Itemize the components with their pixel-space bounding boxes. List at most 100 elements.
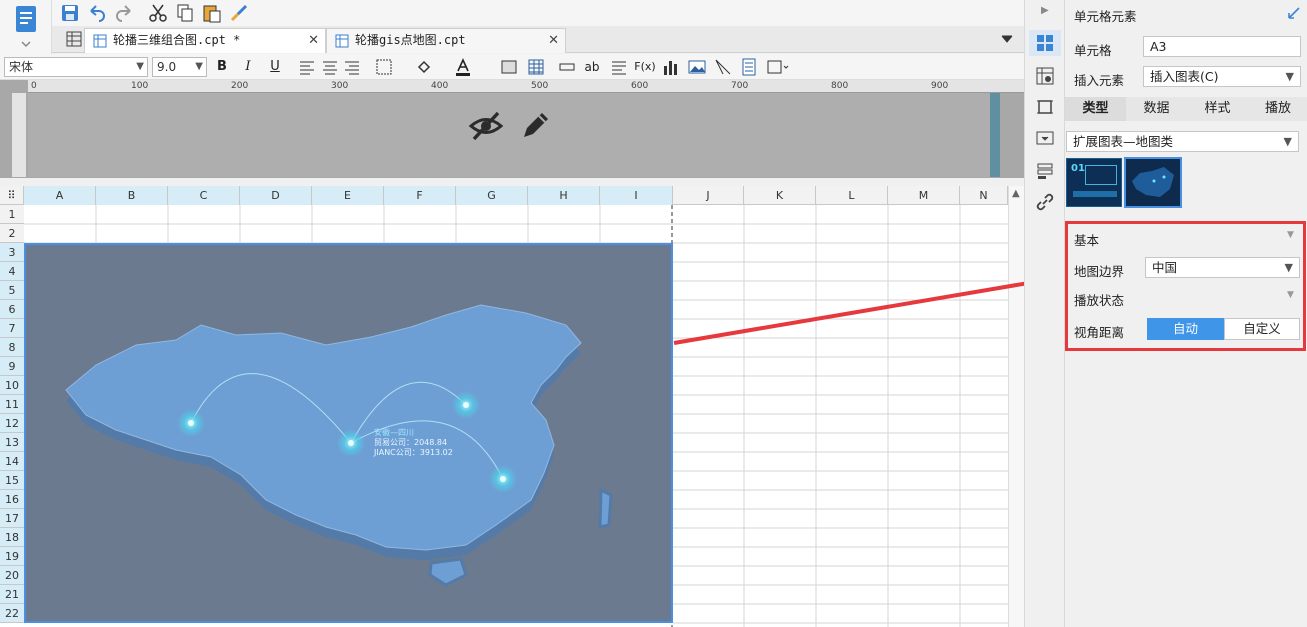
row-5[interactable]: 5 xyxy=(0,281,24,300)
row-7[interactable]: 7 xyxy=(0,319,24,338)
column-m[interactable]: M xyxy=(888,186,960,205)
row-17[interactable]: 17 xyxy=(0,509,24,528)
tab-menu-icon[interactable] xyxy=(1000,32,1014,46)
row-15[interactable]: 15 xyxy=(0,471,24,490)
row-21[interactable]: 21 xyxy=(0,585,24,604)
row-11[interactable]: 11 xyxy=(0,395,24,414)
align-right-icon[interactable] xyxy=(343,58,361,76)
column-c[interactable]: C xyxy=(168,186,240,205)
cut-icon[interactable] xyxy=(148,3,168,23)
row-20[interactable]: 20 xyxy=(0,566,24,585)
widget-icon[interactable] xyxy=(1035,128,1055,148)
font-color-icon[interactable] xyxy=(454,58,472,76)
row-22[interactable]: 22 xyxy=(0,604,24,623)
row-4[interactable]: 4 xyxy=(0,262,24,281)
column-g[interactable]: G xyxy=(456,186,528,205)
app-logo[interactable] xyxy=(0,0,52,54)
tab-file-1[interactable]: 轮播三维组合图.cpt * ✕ xyxy=(84,28,326,53)
bold-button[interactable]: B xyxy=(213,58,231,76)
tab-style[interactable]: 样式 xyxy=(1187,97,1248,121)
column-b[interactable]: B xyxy=(96,186,168,205)
merge-cells-icon[interactable] xyxy=(500,58,518,76)
tab-play[interactable]: 播放 xyxy=(1248,97,1307,121)
column-f[interactable]: F xyxy=(384,186,456,205)
underline-button[interactable]: U xyxy=(266,58,284,76)
fill-color-icon[interactable] xyxy=(415,58,433,76)
font-family-select[interactable]: 宋体 ▼ xyxy=(4,57,148,77)
redo-icon[interactable] xyxy=(114,3,134,23)
row-16[interactable]: 16 xyxy=(0,490,24,509)
font-size-select[interactable]: 9.0 ▼ xyxy=(152,57,207,77)
row-2[interactable]: 2 xyxy=(0,224,24,243)
column-a[interactable]: A xyxy=(24,186,96,205)
cell-element-tab[interactable] xyxy=(1029,30,1061,56)
slash-icon[interactable] xyxy=(714,58,732,76)
row-8[interactable]: 8 xyxy=(0,338,24,357)
row-3[interactable]: 3 xyxy=(0,243,24,262)
select-all-corner[interactable]: ⠿ xyxy=(0,186,24,205)
collapse-arrow-icon[interactable]: ▶ xyxy=(1041,5,1049,16)
image-icon[interactable] xyxy=(688,58,706,76)
paragraph-icon[interactable] xyxy=(610,58,628,76)
header-scroll-marker xyxy=(990,93,1000,177)
hyperlink-icon[interactable] xyxy=(1035,192,1055,212)
undo-icon[interactable] xyxy=(87,3,107,23)
tab-file-2[interactable]: 轮播gis点地图.cpt ✕ xyxy=(326,28,566,53)
format-painter-icon[interactable] xyxy=(229,3,249,23)
text-button[interactable]: ab xyxy=(583,58,601,76)
grid-view-icon[interactable] xyxy=(66,31,82,47)
condition-icon[interactable] xyxy=(1035,161,1055,181)
row-14[interactable]: 14 xyxy=(0,452,24,471)
column-h[interactable]: H xyxy=(528,186,600,205)
chart-category-select[interactable]: 扩展图表—地图类 ▼ xyxy=(1066,131,1299,152)
text-field-icon[interactable] xyxy=(558,58,576,76)
insert-element-select[interactable]: 插入图表(C) ▼ xyxy=(1143,66,1301,87)
tab-data[interactable]: 数据 xyxy=(1126,97,1187,121)
row-6[interactable]: 6 xyxy=(0,300,24,319)
tab-bar: 轮播三维组合图.cpt * ✕ 轮播gis点地图.cpt ✕ xyxy=(52,26,1024,53)
ruler-tick: 300 xyxy=(331,81,349,91)
map-chart-cell[interactable]: 安徽—四川 贸易公司：2048.84 JIANC公司：3913.02 xyxy=(24,243,673,623)
chart-thumbnail-1[interactable]: 01 xyxy=(1066,158,1122,207)
paste-icon[interactable] xyxy=(202,3,222,23)
float-cell-icon[interactable] xyxy=(1035,97,1055,117)
cell-attribute-icon[interactable] xyxy=(1035,66,1055,86)
column-i[interactable]: I xyxy=(600,186,673,205)
row-19[interactable]: 19 xyxy=(0,547,24,566)
row-13[interactable]: 13 xyxy=(0,433,24,452)
column-l[interactable]: L xyxy=(816,186,888,205)
close-icon[interactable]: ✕ xyxy=(308,29,319,52)
row-10[interactable]: 10 xyxy=(0,376,24,395)
row-1[interactable]: 1 xyxy=(0,205,24,224)
close-icon[interactable]: ✕ xyxy=(548,29,559,52)
save-icon[interactable] xyxy=(60,3,80,23)
table-icon[interactable] xyxy=(527,58,545,76)
align-center-icon[interactable] xyxy=(321,58,339,76)
column-j[interactable]: J xyxy=(673,186,744,205)
edit-pencil-icon[interactable] xyxy=(520,109,552,141)
column-n[interactable]: N xyxy=(960,186,1008,205)
hide-eye-icon[interactable] xyxy=(468,109,504,143)
row-12[interactable]: 12 xyxy=(0,414,24,433)
italic-button[interactable]: I xyxy=(239,58,257,76)
tab-type[interactable]: 类型 xyxy=(1065,97,1126,121)
row-9[interactable]: 9 xyxy=(0,357,24,376)
border-icon[interactable] xyxy=(375,58,393,76)
report-file-icon xyxy=(335,34,349,48)
column-e[interactable]: E xyxy=(312,186,384,205)
vertical-scrollbar[interactable]: ▲ xyxy=(1008,186,1024,627)
cell-field[interactable]: A3 xyxy=(1143,36,1301,57)
column-d[interactable]: D xyxy=(240,186,312,205)
align-left-icon[interactable] xyxy=(298,58,316,76)
sub-report-icon[interactable] xyxy=(740,58,758,76)
bar-chart-icon[interactable] xyxy=(662,58,680,76)
scroll-up-icon[interactable]: ▲ xyxy=(1012,188,1020,199)
chart-thumbnail-2[interactable] xyxy=(1124,157,1182,208)
column-k[interactable]: K xyxy=(744,186,816,205)
row-18[interactable]: 18 xyxy=(0,528,24,547)
expand-icon[interactable] xyxy=(1287,6,1301,20)
cell-label: 单元格 xyxy=(1074,43,1112,58)
formula-button[interactable]: F(x) xyxy=(634,58,656,76)
copy-icon[interactable] xyxy=(175,3,195,23)
float-element-icon[interactable] xyxy=(766,58,790,76)
